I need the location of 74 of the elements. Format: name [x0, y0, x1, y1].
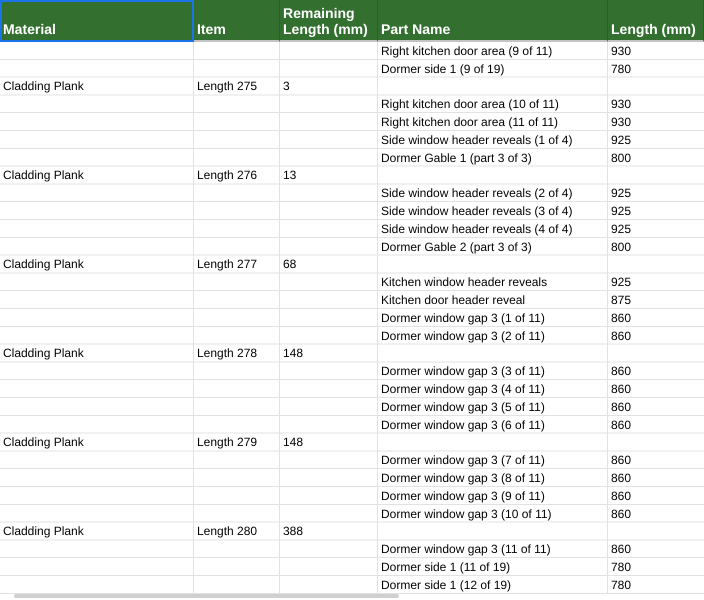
table-cell-text: 860 — [610, 488, 632, 505]
column-header[interactable]: Item — [194, 0, 280, 42]
table-cell-text: Dormer window gap 3 (1 of 11) — [380, 310, 546, 327]
table-cell-text: 780 — [610, 559, 632, 576]
table-cell-text: Right kitchen door area (10 of 11) — [380, 96, 560, 114]
table-cell-text: Dormer side 1 (11 of 19) — [380, 559, 512, 576]
table-cell-text: Length 278 — [196, 345, 258, 362]
table-cell-text: Cladding Plank — [2, 167, 85, 184]
table-cell-text: 800 — [610, 238, 632, 256]
table-cell-text: Kitchen window header reveals — [380, 274, 548, 292]
table-cell-text: Length 277 — [196, 256, 258, 274]
table-cell-text: 780 — [610, 60, 632, 78]
table-cell-text: 68 — [282, 256, 298, 274]
table-cell-text: Dormer window gap 3 (5 of 11) — [380, 398, 546, 416]
table-cell-text: Length 279 — [196, 434, 258, 452]
table-cell-text: Dormer side 1 (12 of 19) — [380, 576, 512, 594]
table-cell-text: 925 — [610, 132, 632, 149]
table-cell-text: 860 — [610, 328, 632, 345]
table-cell-text: Dormer window gap 3 (8 of 11) — [380, 470, 546, 487]
table-cell-text: 148 — [282, 434, 304, 452]
table-cell-text: 860 — [610, 470, 632, 487]
table-cell-text: Dormer window gap 3 (4 of 11) — [380, 381, 546, 398]
table-cell-text: Length 275 — [196, 78, 258, 96]
table-cell-text: 925 — [610, 220, 632, 238]
table-cell-text: 860 — [610, 506, 632, 523]
table-cell-text: 930 — [610, 42, 632, 60]
table-cell-text: Dormer window gap 3 (3 of 11) — [380, 363, 546, 380]
table-cell-text: 925 — [610, 185, 632, 202]
table-cell-text: 860 — [610, 398, 632, 416]
table-cell-text: 780 — [610, 576, 632, 594]
table-cell-text: 860 — [610, 381, 632, 398]
table-cell-text: Cladding Plank — [2, 345, 85, 362]
table-cell-text: 860 — [610, 452, 632, 470]
table-cell-text: 388 — [282, 523, 304, 540]
table-cell-text: Dormer window gap 3 (11 of 11) — [380, 541, 552, 558]
table-cell-text: 925 — [610, 274, 632, 292]
table-cell-text: 925 — [610, 203, 632, 220]
table-cell-text: Side window header reveals (2 of 4) — [380, 185, 574, 202]
table-cell-text: 860 — [610, 363, 632, 380]
table-cell-text: Dormer window gap 3 (2 of 11) — [380, 328, 546, 345]
table-cell-text: 800 — [610, 150, 632, 167]
table-cell-text: 3 — [282, 78, 291, 96]
table-cell-text: Side window header reveals (4 of 4) — [380, 220, 574, 238]
table-cell-text: Length 276 — [196, 167, 258, 184]
table-cell-text: Right kitchen door area (9 of 11) — [380, 42, 554, 60]
table-cell-text: 860 — [610, 310, 632, 327]
table-cell-text: Cladding Plank — [2, 78, 85, 96]
table-cell-text: 930 — [610, 96, 632, 114]
scrollbar[interactable] — [14, 594, 399, 598]
table-cell-text: Side window header reveals (3 of 4) — [380, 203, 574, 220]
table-cell-text: Right kitchen door area (11 of 11) — [380, 114, 559, 131]
table-cell-text: Cladding Plank — [2, 523, 85, 540]
table-cell-text: 148 — [282, 345, 304, 362]
table-cell-text: Dormer window gap 3 (6 of 11) — [380, 416, 546, 434]
column-header[interactable]: Remaining Length (mm) — [280, 0, 378, 42]
table-cell-text: Kitchen door header reveal — [380, 292, 526, 309]
column-header[interactable]: Part Name — [378, 0, 608, 42]
table-cell-text: Dormer window gap 3 (10 of 11) — [380, 506, 553, 523]
table-cell-text: Side window header reveals (1 of 4) — [380, 132, 574, 149]
table-cell-text: Length 280 — [196, 523, 258, 540]
column-header[interactable]: Material — [0, 0, 194, 42]
table-cell-text: 930 — [610, 114, 632, 131]
table-cell-text: Dormer Gable 2 (part 3 of 3) — [380, 238, 533, 256]
table-cell-text: 875 — [610, 292, 632, 309]
column-header[interactable]: Length (mm) — [608, 0, 704, 42]
table-cell-text: 860 — [610, 541, 632, 558]
table-cell-text: 860 — [610, 416, 632, 434]
table-cell-text: Dormer side 1 (9 of 19) — [380, 60, 506, 78]
table-cell-text: Dormer window gap 3 (9 of 11) — [380, 488, 546, 505]
table-cell-text: Cladding Plank — [2, 256, 85, 274]
table-cell-text: Dormer window gap 3 (7 of 11) — [380, 452, 546, 470]
table-cell-text: 13 — [282, 167, 298, 184]
table-cell-text: Cladding Plank — [2, 434, 85, 452]
table-cell-text: Dormer Gable 1 (part 3 of 3) — [380, 150, 533, 167]
